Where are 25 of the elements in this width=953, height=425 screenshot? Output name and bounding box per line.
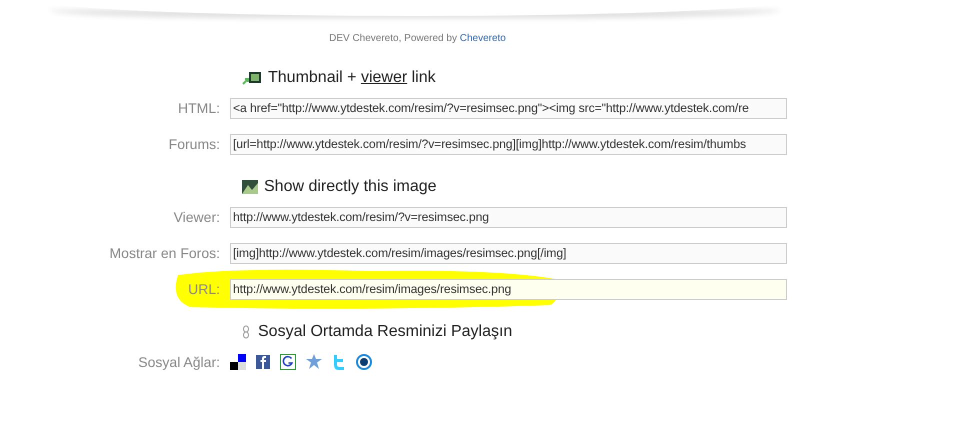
delicious-icon[interactable] [230, 354, 246, 370]
facebook-icon[interactable] [256, 355, 270, 369]
section-title: Sosyal Ortamda Resminizi Paylaşın [258, 323, 512, 341]
eye-icon[interactable] [356, 354, 372, 370]
field-label: URL: [187, 281, 221, 297]
field-label: HTML: [177, 100, 221, 116]
code-field[interactable]: <a href="http://www.ytdestek.com/resim/?v=resimsec.png"><img src="http://www.ytdestek.com/re [230, 98, 787, 118]
code-field[interactable]: http://www.ytdestek.com/resim/images/resimsec.png [230, 278, 787, 300]
code-field[interactable]: [url=http://www.ytdestek.com/resim/?v=resimsec.png][img]http://www.ytdestek.com/resim/thumbs [230, 134, 787, 154]
section-title: Show directly this image [264, 178, 437, 196]
code-field[interactable]: http://www.ytdestek.com/resim/?v=resimsec.png [230, 206, 787, 228]
footer-text: DEV Chevereto, Powered by Chevereto [329, 33, 506, 44]
field-label: Forums: [168, 136, 221, 152]
field-label: Viewer: [172, 209, 221, 225]
image-icon [242, 180, 258, 194]
field-label: Mostrar en Foros: [108, 245, 221, 261]
footer-link[interactable]: Chevereto [460, 33, 506, 44]
code-field[interactable]: [img]http://www.ytdestek.com/resim/images/resimsec.png[/img] [230, 242, 787, 264]
thumbnail-icon [242, 71, 262, 85]
viewer-link[interactable]: viewer [360, 69, 408, 86]
google-icon[interactable] [280, 354, 296, 370]
star-icon[interactable] [306, 354, 322, 370]
section-title: Thumbnail + viewer link [268, 69, 436, 87]
link-icon [242, 325, 252, 339]
field-label: Sosyal Ağlar: [137, 354, 221, 370]
